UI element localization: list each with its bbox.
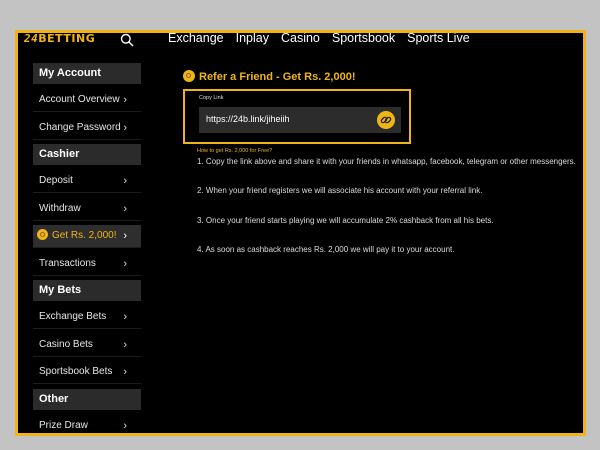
sidebar-item-account-overview[interactable]: Account Overview ›: [33, 89, 141, 112]
sidebar-item-label: Casino Bets: [39, 338, 93, 350]
howto-heading: How to get Rs. 2,000 for Free?: [197, 148, 273, 154]
nav-casino[interactable]: Casino: [281, 33, 320, 45]
coin-icon: [183, 70, 195, 82]
sidebar-item-prize-draw[interactable]: Prize Draw ›: [33, 415, 141, 434]
nav-sports-live[interactable]: Sports Live: [407, 33, 470, 45]
section-other: Other: [33, 388, 141, 410]
sidebar-item-sportsbook-bets[interactable]: Sportsbook Bets ›: [33, 361, 141, 384]
sidebar-item-label: Account Overview: [39, 94, 120, 105]
nav-inplay[interactable]: Inplay: [236, 33, 269, 45]
section-my-account: My Account: [33, 63, 141, 84]
sidebar-item-change-password[interactable]: Change Password ›: [33, 117, 141, 140]
top-bar: 24BETTING Exchange Inplay Casino Sportsb…: [18, 33, 583, 55]
chevron-right-icon: ›: [123, 230, 127, 242]
coin-icon: [37, 229, 48, 240]
chevron-right-icon: ›: [123, 121, 127, 134]
referral-link-value[interactable]: https://24b.link/jiheiih: [206, 114, 290, 124]
link-icon: [380, 116, 392, 124]
chevron-right-icon: ›: [123, 94, 127, 106]
section-my-bets: My Bets: [33, 280, 141, 301]
sidebar-item-casino-bets[interactable]: Casino Bets ›: [33, 334, 141, 357]
chevron-right-icon: ›: [123, 175, 127, 187]
referral-link-box: Copy Link https://24b.link/jiheiih: [183, 89, 411, 144]
section-cashier: Cashier: [33, 144, 141, 165]
nav-sportsbook[interactable]: Sportsbook: [332, 33, 395, 45]
logo-text: BETTING: [38, 32, 96, 45]
chevron-right-icon: ›: [123, 257, 127, 270]
sidebar-item-get-bonus[interactable]: Get Rs. 2,000! ›: [33, 225, 141, 248]
step-2: 2. When your friend registers we will as…: [197, 186, 483, 195]
search-icon[interactable]: [120, 33, 134, 47]
chevron-right-icon: ›: [123, 419, 127, 432]
chevron-right-icon: ›: [123, 311, 127, 323]
logo-number: 24: [24, 32, 39, 45]
sidebar-item-withdraw[interactable]: Withdraw ›: [33, 198, 141, 221]
sidebar-item-transactions[interactable]: Transactions ›: [33, 253, 141, 276]
step-1: 1. Copy the link above and share it with…: [197, 157, 576, 166]
sidebar-item-exchange-bets[interactable]: Exchange Bets ›: [33, 306, 141, 329]
sidebar-item-label: Change Password: [39, 121, 121, 133]
copy-link-label: Copy Link: [199, 95, 224, 101]
sidebar-item-label: Deposit: [39, 175, 73, 186]
sidebar-item-label: Transactions: [39, 257, 96, 269]
chevron-right-icon: ›: [123, 366, 127, 378]
sidebar: My Account Account Overview › Change Pas…: [33, 63, 141, 434]
sidebar-item-label: Exchange Bets: [39, 311, 107, 322]
sidebar-item-label: Withdraw: [39, 202, 81, 214]
step-4: 4. As soon as cashback reaches Rs. 2,000…: [197, 245, 455, 254]
app-frame: 24BETTING Exchange Inplay Casino Sportsb…: [15, 30, 586, 436]
nav-exchange[interactable]: Exchange: [168, 33, 224, 45]
sidebar-item-label: Sportsbook Bets: [39, 366, 113, 377]
chevron-right-icon: ›: [123, 202, 127, 215]
sidebar-item-deposit[interactable]: Deposit ›: [33, 170, 141, 193]
step-3: 3. Once your friend starts playing we wi…: [197, 216, 494, 225]
page-title: Refer a Friend - Get Rs. 2,000!: [183, 67, 356, 83]
referral-link-field[interactable]: https://24b.link/jiheiih: [199, 107, 401, 133]
logo[interactable]: 24BETTING: [24, 32, 96, 46]
main-nav: Exchange Inplay Casino Sportsbook Sports…: [168, 33, 482, 45]
copy-link-button[interactable]: [377, 111, 395, 129]
page-title-text: Refer a Friend - Get Rs. 2,000!: [199, 71, 356, 83]
sidebar-item-label: Prize Draw: [39, 419, 88, 431]
chevron-right-icon: ›: [123, 338, 127, 351]
sidebar-item-label: Get Rs. 2,000!: [52, 230, 117, 241]
